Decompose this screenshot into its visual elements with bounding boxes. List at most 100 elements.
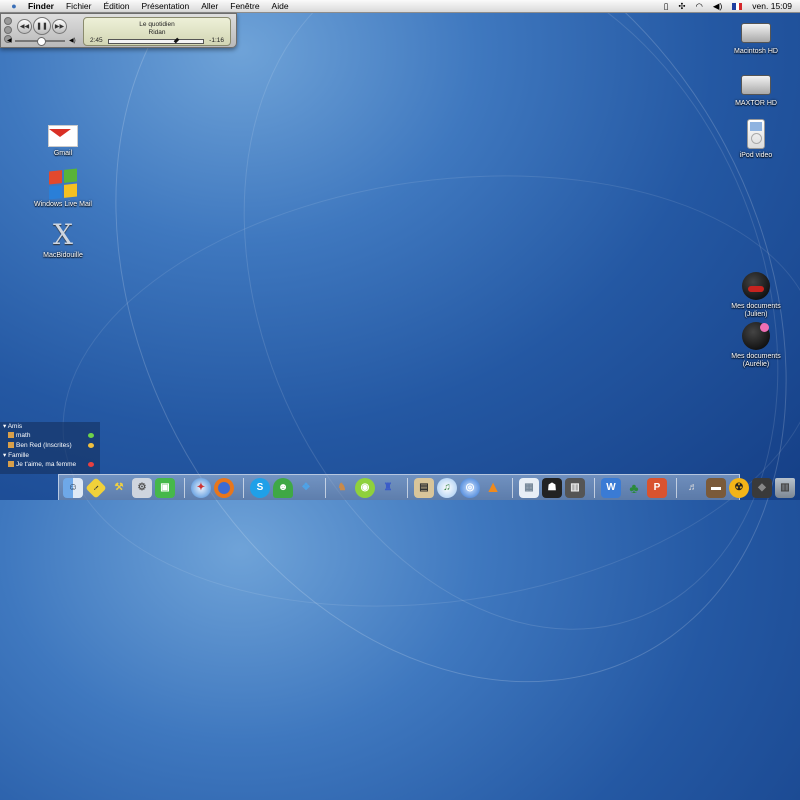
windows-logo-pane [64,168,77,183]
calculator-icon[interactable]: ▥ [565,477,585,498]
battery-icon[interactable]: ▯ [664,1,669,12]
pawprints-icon[interactable]: ❖ [296,478,316,498]
status-indicator-icon [88,462,94,467]
buddy-item[interactable]: Je t'aime, ma femme [0,460,100,470]
menu-bar: ● Finder Fichier Édition Présentation Al… [0,0,800,13]
dock-separator [325,477,326,498]
finder-icon[interactable]: ☺ [63,477,83,498]
desktop-icon-windows-live-mail[interactable]: Windows Live Mail [23,168,103,209]
buddy-name: math [16,432,31,439]
desktop-icon-label-line2: (Aurélie) [742,361,770,368]
app-icon[interactable]: P [647,477,667,498]
desktop-icon-mes-documents-aurelie[interactable]: Mes documents (Aurélie) [716,322,796,369]
buddy-name: Je t'aime, ma femme [16,461,77,468]
desktop-icon-gmail[interactable]: Gmail [23,121,103,158]
dock-separator [594,477,595,498]
minimize-window-button[interactable] [4,26,12,34]
buddy-list: ▾ Amis math Ben Red (Inscrites) ▾ Famill… [0,422,100,474]
menubar-clock[interactable]: ven. 15:09 [752,1,792,11]
volume-knob[interactable] [36,37,46,46]
previous-track-button[interactable]: ◀◀ [17,19,32,34]
menu-presentation[interactable]: Présentation [136,1,196,11]
radioactive-icon[interactable]: ☢ [729,477,749,498]
desktop-icon-label: MAXTOR HD [735,100,777,107]
dark-cube-icon[interactable]: ◆ [752,477,772,498]
buddy-group-amis[interactable]: ▾ Amis [0,422,100,431]
flower-decoration [760,323,769,332]
desktop-icon-macintosh-hd[interactable]: Macintosh HD [716,17,796,56]
buddy-group-famille[interactable]: ▾ Famille [0,451,100,460]
gimp-icon[interactable]: ♞ [332,478,352,498]
song-progress-bar[interactable] [108,37,204,44]
playhead-icon[interactable] [173,37,180,44]
windows-logo-pane [49,185,62,200]
windows-logo-pane [49,170,62,185]
desktop-icon-maxtor-hd[interactable]: MAXTOR HD [716,69,796,108]
volume-slider[interactable] [15,37,65,46]
gmail-icon [48,125,78,147]
song-artist: Ridan [148,29,166,36]
input-language-flag-icon[interactable] [732,2,743,10]
remaining-time: -1:16 [209,37,224,44]
status-indicator-icon [88,443,94,448]
vlc-icon[interactable]: ▲ [483,478,503,498]
screwdriver-icon[interactable]: ⚒ [109,478,129,498]
windows-logo-pane [64,183,77,198]
preview-icon[interactable]: ▤ [414,477,434,498]
volume-high-icon: ◀) [69,38,76,44]
gmail-envelope-m [49,129,71,137]
limewire-icon[interactable]: ◉ [355,477,375,498]
buddy-avatar [8,442,14,448]
bomb-flower-icon [742,322,770,350]
bluetooth-icon[interactable]: ✣ [678,1,685,12]
itunes-icon[interactable]: ♫ [437,477,457,498]
firefox-icon[interactable] [214,477,234,498]
bomb-mouth [748,286,764,292]
dock-separator [676,477,677,498]
flag-stripe [738,2,743,10]
adium-icon[interactable]: ☻ [273,477,293,498]
headphones-icon[interactable]: ♬ [683,478,703,498]
menu-aller[interactable]: Aller [195,1,224,11]
next-track-button[interactable]: ▶▶ [52,19,67,34]
apple-menu-icon[interactable]: ● [6,1,22,11]
photo-icon[interactable]: ▬ [706,477,726,498]
wifi-icon[interactable]: ◠ [696,1,703,12]
menu-fenetre[interactable]: Fenêtre [224,1,265,11]
box-icon[interactable]: ▣ [155,477,175,498]
dock-separator [512,477,513,498]
menu-app-name[interactable]: Finder [22,1,60,11]
hard-drive-icon [741,75,771,95]
volume-icon[interactable]: ◀) [713,1,722,12]
menu-aide[interactable]: Aide [266,1,295,11]
menu-edition[interactable]: Édition [98,1,136,11]
desktop-icon-macbidouille[interactable]: X MacBidouille [23,221,103,260]
group-name: Famille [8,452,30,459]
desktop-icon-label: Gmail [53,150,73,157]
desktop-icon-ipod-video[interactable]: iPod video [716,119,796,160]
paste-icon[interactable]: ▦ [519,477,539,498]
theatre-icon[interactable]: ☗ [542,477,562,498]
dock-separator [243,477,244,498]
desktop-icon-mes-documents-julien[interactable]: Mes documents (Julien) [716,272,796,319]
song-title: Le quotidien [139,21,175,28]
itunes-lcd-display: Le quotidien Ridan 2:45 -1:16 [83,17,231,46]
desktop-icon-label: Mes documents [731,303,781,310]
skype-icon[interactable]: S [250,477,270,498]
stickies-icon[interactable]: ! [85,476,107,499]
buddy-item[interactable]: math [0,431,100,441]
itunes-mini-player[interactable]: ◀◀ ❚❚ ▶▶ ◀ ◀) Le quotidien Ridan 2:45 -1… [0,13,237,48]
pause-button[interactable]: ❚❚ [33,17,51,35]
dvd-player-icon[interactable]: ◎ [460,477,480,498]
wallpaper-streak [34,129,800,653]
ivy-icon[interactable]: ♣ [624,478,644,498]
safari-icon[interactable]: ✦ [191,477,211,498]
buddy-item[interactable]: Ben Red (Inscrites) [0,441,100,451]
trash-icon[interactable]: ▥ [775,477,795,498]
chat-icon[interactable]: ♜ [378,478,398,498]
buddy-avatar [8,432,14,438]
close-window-button[interactable] [4,17,12,25]
system-preferences-icon[interactable]: ⚙ [132,477,152,498]
menu-fichier[interactable]: Fichier [60,1,98,11]
words-icon[interactable]: W [601,477,621,498]
